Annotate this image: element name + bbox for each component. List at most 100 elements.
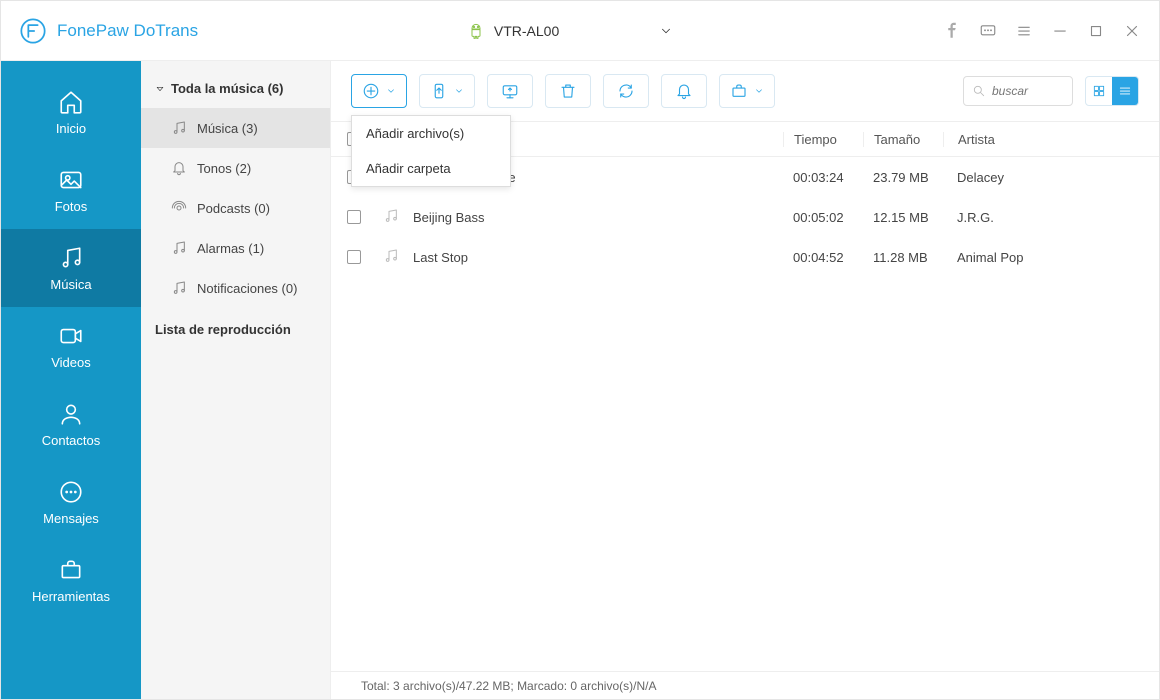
row-time: 00:03:24 bbox=[783, 170, 863, 185]
nav-label: Videos bbox=[51, 355, 91, 370]
nav-videos[interactable]: Videos bbox=[1, 307, 141, 385]
refresh-icon bbox=[617, 82, 635, 100]
row-size: 23.79 MB bbox=[863, 170, 943, 185]
export-to-device-button[interactable] bbox=[419, 74, 475, 108]
add-button[interactable] bbox=[351, 74, 407, 108]
bell-icon bbox=[675, 82, 693, 100]
contact-icon bbox=[58, 401, 84, 427]
toolbox-icon bbox=[58, 557, 84, 583]
main-panel: Añadir archivo(s) Añadir carpeta Nombre … bbox=[331, 61, 1159, 699]
delete-button[interactable] bbox=[545, 74, 591, 108]
device-name: VTR-AL00 bbox=[494, 23, 559, 39]
nav-contactos[interactable]: Contactos bbox=[1, 385, 141, 463]
chevron-down-icon bbox=[454, 86, 464, 96]
row-name: Beijing Bass bbox=[413, 210, 783, 225]
table-row[interactable]: Last Stop 00:04:52 11.28 MB Animal Pop bbox=[331, 237, 1159, 277]
home-icon bbox=[58, 89, 84, 115]
col-artist[interactable]: Artista bbox=[943, 132, 1143, 147]
row-checkbox[interactable] bbox=[347, 210, 361, 224]
cat-label: Podcasts (0) bbox=[197, 201, 270, 216]
playlist-header: Lista de reproducción bbox=[141, 308, 330, 351]
status-bar: Total: 3 archivo(s)/47.22 MB; Marcado: 0… bbox=[331, 671, 1159, 699]
video-icon bbox=[58, 323, 84, 349]
bell-icon bbox=[171, 160, 187, 176]
refresh-button[interactable] bbox=[603, 74, 649, 108]
app-logo-icon bbox=[19, 17, 47, 45]
nav-musica[interactable]: Música bbox=[1, 229, 141, 307]
row-checkbox[interactable] bbox=[347, 250, 361, 264]
menu-icon[interactable] bbox=[1015, 22, 1033, 40]
search-icon bbox=[972, 84, 986, 98]
cat-notificaciones[interactable]: Notificaciones (0) bbox=[141, 268, 330, 308]
plus-circle-icon bbox=[362, 82, 380, 100]
row-artist: Delacey bbox=[943, 170, 1143, 185]
cat-label: Tonos (2) bbox=[197, 161, 251, 176]
table-row[interactable]: Beijing Bass 00:05:02 12.15 MB J.R.G. bbox=[331, 197, 1159, 237]
export-pc-icon bbox=[501, 82, 519, 100]
col-time[interactable]: Tiempo bbox=[783, 132, 863, 147]
sidebar-nav: Inicio Fotos Música Videos Contactos Men… bbox=[1, 61, 141, 699]
triangle-down-icon bbox=[155, 84, 165, 94]
nav-fotos[interactable]: Fotos bbox=[1, 151, 141, 229]
feedback-icon[interactable] bbox=[979, 22, 997, 40]
music-note-icon bbox=[383, 248, 399, 264]
category-panel: Toda la música (6) Música (3) Tonos (2) … bbox=[141, 61, 331, 699]
chevron-down-icon bbox=[386, 86, 396, 96]
nav-inicio[interactable]: Inicio bbox=[1, 73, 141, 151]
cat-tonos[interactable]: Tonos (2) bbox=[141, 148, 330, 188]
add-dropdown: Añadir archivo(s) Añadir carpeta bbox=[351, 115, 511, 187]
message-icon bbox=[58, 479, 84, 505]
nav-label: Fotos bbox=[55, 199, 88, 214]
music-note-icon bbox=[171, 240, 187, 256]
cat-musica[interactable]: Música (3) bbox=[141, 108, 330, 148]
add-files-item[interactable]: Añadir archivo(s) bbox=[352, 116, 510, 151]
nav-label: Inicio bbox=[56, 121, 86, 136]
cat-alarmas[interactable]: Alarmas (1) bbox=[141, 228, 330, 268]
cat-label: Notificaciones (0) bbox=[197, 281, 297, 296]
titlebar: FonePaw DoTrans VTR-AL00 bbox=[1, 1, 1159, 61]
row-time: 00:04:52 bbox=[783, 250, 863, 265]
grid-view-button[interactable] bbox=[1086, 77, 1112, 105]
export-to-pc-button[interactable] bbox=[487, 74, 533, 108]
music-note-icon bbox=[383, 208, 399, 224]
facebook-icon[interactable] bbox=[943, 22, 961, 40]
chevron-down-icon bbox=[754, 86, 764, 96]
nav-label: Música bbox=[50, 277, 91, 292]
col-size[interactable]: Tamaño bbox=[863, 132, 943, 147]
maximize-button[interactable] bbox=[1087, 22, 1105, 40]
app-title: FonePaw DoTrans bbox=[57, 21, 198, 41]
podcast-icon bbox=[171, 200, 187, 216]
cat-podcasts[interactable]: Podcasts (0) bbox=[141, 188, 330, 228]
status-text: Total: 3 archivo(s)/47.22 MB; Marcado: 0… bbox=[361, 679, 656, 693]
search-box[interactable] bbox=[963, 76, 1073, 106]
trash-icon bbox=[559, 82, 577, 100]
table-body: Dream It Possible 00:03:24 23.79 MB Dela… bbox=[331, 157, 1159, 671]
nav-mensajes[interactable]: Mensajes bbox=[1, 463, 141, 541]
export-device-icon bbox=[430, 82, 448, 100]
view-toggle bbox=[1085, 76, 1139, 106]
category-header-label: Toda la música (6) bbox=[171, 81, 283, 96]
nav-label: Herramientas bbox=[32, 589, 110, 604]
close-button[interactable] bbox=[1123, 22, 1141, 40]
music-icon bbox=[58, 245, 84, 271]
nav-label: Contactos bbox=[42, 433, 101, 448]
nav-label: Mensajes bbox=[43, 511, 99, 526]
nav-herramientas[interactable]: Herramientas bbox=[1, 541, 141, 619]
minimize-button[interactable] bbox=[1051, 22, 1069, 40]
music-note-icon bbox=[171, 280, 187, 296]
add-folder-item[interactable]: Añadir carpeta bbox=[352, 151, 510, 186]
toolbox-icon bbox=[730, 82, 748, 100]
search-input[interactable] bbox=[992, 84, 1062, 98]
toolbox-button[interactable] bbox=[719, 74, 775, 108]
ringtone-button[interactable] bbox=[661, 74, 707, 108]
row-artist: J.R.G. bbox=[943, 210, 1143, 225]
row-artist: Animal Pop bbox=[943, 250, 1143, 265]
list-icon bbox=[1118, 84, 1132, 98]
row-name: Last Stop bbox=[413, 250, 783, 265]
photo-icon bbox=[58, 167, 84, 193]
row-size: 12.15 MB bbox=[863, 210, 943, 225]
device-selector[interactable]: VTR-AL00 bbox=[468, 23, 673, 39]
category-header[interactable]: Toda la música (6) bbox=[141, 75, 330, 108]
list-view-button[interactable] bbox=[1112, 77, 1138, 105]
toolbar bbox=[331, 61, 1159, 121]
